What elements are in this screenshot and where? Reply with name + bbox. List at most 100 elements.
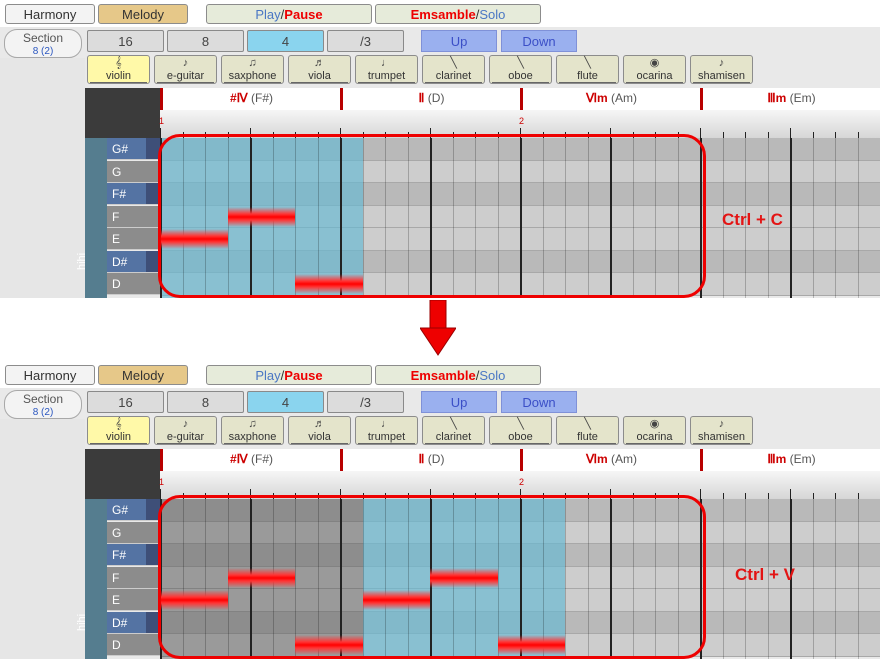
harmony-button[interactable]: Harmony bbox=[5, 365, 95, 385]
melody-button[interactable]: Melody bbox=[98, 4, 188, 24]
key-D-sharp[interactable]: D# bbox=[107, 250, 160, 273]
oboe-icon: ╲ bbox=[517, 418, 524, 430]
division-button-2[interactable]: 8 bbox=[167, 30, 244, 52]
instrument-shamisen[interactable]: ♪ shamisen bbox=[690, 55, 753, 84]
division-button-3[interactable]: 4 bbox=[247, 30, 324, 52]
division-button-1[interactable]: 16 bbox=[87, 30, 164, 52]
chord-4[interactable]: Ⅲm (Em) bbox=[700, 449, 880, 471]
key-F[interactable]: F bbox=[107, 205, 160, 228]
instrument-shamisen[interactable]: ♪ shamisen bbox=[690, 416, 753, 445]
instrument-oboe[interactable]: ╲ oboe bbox=[489, 55, 552, 84]
instrument-viola[interactable]: ♬ viola bbox=[288, 416, 351, 445]
melody-button[interactable]: Melody bbox=[98, 365, 188, 385]
chord-name: (Em) bbox=[786, 91, 816, 105]
key-label: D# bbox=[112, 615, 128, 630]
instrument-trumpet[interactable]: ♩ trumpet bbox=[355, 416, 418, 445]
division-button-1[interactable]: 16 bbox=[87, 391, 164, 413]
down-arrow-icon bbox=[420, 300, 456, 356]
key-F-sharp[interactable]: F# bbox=[107, 544, 160, 566]
shortcut-caption: Ctrl + V bbox=[735, 565, 795, 584]
key-G-sharp[interactable]: G# bbox=[107, 138, 160, 160]
ocarina-icon: ◉ bbox=[649, 57, 660, 69]
ensemble-solo-button[interactable]: Emsamble / Solo bbox=[375, 365, 541, 385]
clarinet-icon: ╲ bbox=[450, 418, 457, 430]
instrument-clarinet[interactable]: ╲ clarinet bbox=[422, 55, 485, 84]
instrument-violin[interactable]: 𝄞 violin bbox=[87, 416, 150, 445]
division-button-3[interactable]: 4 bbox=[247, 391, 324, 413]
instrument-violin[interactable]: 𝄞 violin bbox=[87, 55, 150, 84]
shamisen-icon: ♪ bbox=[718, 418, 725, 430]
instrument-label: clarinet bbox=[425, 70, 482, 83]
harmony-button[interactable]: Harmony bbox=[5, 4, 95, 24]
down-button[interactable]: Down bbox=[501, 391, 577, 413]
instrument-viola[interactable]: ♬ viola bbox=[288, 55, 351, 84]
instrument-label: ocarina bbox=[626, 431, 683, 444]
instrument-label: oboe bbox=[492, 70, 549, 83]
up-button[interactable]: Up bbox=[421, 391, 497, 413]
key-D[interactable]: D bbox=[107, 273, 160, 295]
instrument-saxphone[interactable]: ♫ saxphone bbox=[221, 55, 284, 84]
chord-bar: #Ⅳ (F#) Ⅱ (D) Ⅵm (Am) Ⅲm (Em) bbox=[160, 88, 880, 110]
trumpet-icon: ♩ bbox=[381, 418, 392, 430]
chord-2[interactable]: Ⅱ (D) bbox=[340, 449, 520, 471]
grid-line bbox=[812, 138, 814, 298]
solo-label: Solo bbox=[479, 367, 506, 383]
section-selector[interactable]: Section 8 (2) bbox=[4, 390, 82, 419]
key-G[interactable]: G bbox=[107, 160, 160, 183]
instrument-label: viola bbox=[291, 431, 348, 444]
up-button[interactable]: Up bbox=[421, 30, 497, 52]
division-button-4[interactable]: /3 bbox=[327, 391, 404, 413]
violin-icon: 𝄞 bbox=[115, 418, 122, 430]
instrument-ocarina[interactable]: ◉ ocarina bbox=[623, 55, 686, 84]
chord-3[interactable]: Ⅵm (Am) bbox=[520, 449, 700, 471]
chord-4[interactable]: Ⅲm (Em) bbox=[700, 88, 880, 110]
instrument-clarinet[interactable]: ╲ clarinet bbox=[422, 416, 485, 445]
instrument-trumpet[interactable]: ♩ trumpet bbox=[355, 55, 418, 84]
key-D[interactable]: D bbox=[107, 634, 160, 656]
grid-line bbox=[857, 138, 859, 298]
division-button-4[interactable]: /3 bbox=[327, 30, 404, 52]
top-toolbar: Harmony Melody Play / Pause Emsamble / Solo bbox=[0, 361, 880, 388]
instrument-e-guitar[interactable]: ♪ e-guitar bbox=[154, 55, 217, 84]
instrument-oboe[interactable]: ╲ oboe bbox=[489, 416, 552, 445]
play-pause-button[interactable]: Play / Pause bbox=[206, 365, 372, 385]
key-label: G bbox=[112, 525, 122, 540]
down-button[interactable]: Down bbox=[501, 30, 577, 52]
chord-roman: Ⅲm bbox=[767, 91, 787, 105]
chord-1[interactable]: #Ⅳ (F#) bbox=[160, 88, 340, 110]
division-button-2[interactable]: 8 bbox=[167, 391, 244, 413]
key-D-sharp[interactable]: D# bbox=[107, 611, 160, 634]
key-E[interactable]: E bbox=[107, 589, 160, 611]
key-E[interactable]: E bbox=[107, 228, 160, 250]
chord-3[interactable]: Ⅵm (Am) bbox=[520, 88, 700, 110]
instrument-flute[interactable]: ╲ flute bbox=[556, 55, 619, 84]
key-F[interactable]: F bbox=[107, 566, 160, 589]
instrument-flute[interactable]: ╲ flute bbox=[556, 416, 619, 445]
chord-roman: Ⅵm bbox=[585, 452, 608, 466]
left-panel bbox=[0, 58, 85, 298]
instrument-label: shamisen bbox=[693, 431, 750, 444]
instrument-saxphone[interactable]: ♫ saxphone bbox=[221, 416, 284, 445]
chord-1[interactable]: #Ⅳ (F#) bbox=[160, 449, 340, 471]
section-selector[interactable]: Section 8 (2) bbox=[4, 29, 82, 58]
instrument-label: e-guitar bbox=[157, 431, 214, 444]
ensemble-label: Emsamble bbox=[410, 6, 476, 22]
play-pause-button[interactable]: Play / Pause bbox=[206, 4, 372, 24]
play-label: Play bbox=[255, 6, 281, 22]
section-label: Section bbox=[22, 392, 64, 406]
key-F-sharp[interactable]: F# bbox=[107, 183, 160, 205]
pause-label: Pause bbox=[284, 367, 323, 383]
chord-2[interactable]: Ⅱ (D) bbox=[340, 88, 520, 110]
ensemble-solo-button[interactable]: Emsamble / Solo bbox=[375, 4, 541, 24]
grid-line bbox=[790, 138, 792, 298]
key-G[interactable]: G bbox=[107, 521, 160, 544]
instrument-label: e-guitar bbox=[157, 70, 214, 83]
key-label: E bbox=[112, 232, 121, 246]
instrument-ocarina[interactable]: ◉ ocarina bbox=[623, 416, 686, 445]
instrument-e-guitar[interactable]: ♪ e-guitar bbox=[154, 416, 217, 445]
key-G-sharp[interactable]: G# bbox=[107, 499, 160, 521]
instrument-label: saxphone bbox=[224, 70, 281, 83]
grid-line bbox=[857, 499, 859, 659]
ruler-tick bbox=[790, 489, 791, 499]
ruler-tick bbox=[160, 489, 161, 499]
